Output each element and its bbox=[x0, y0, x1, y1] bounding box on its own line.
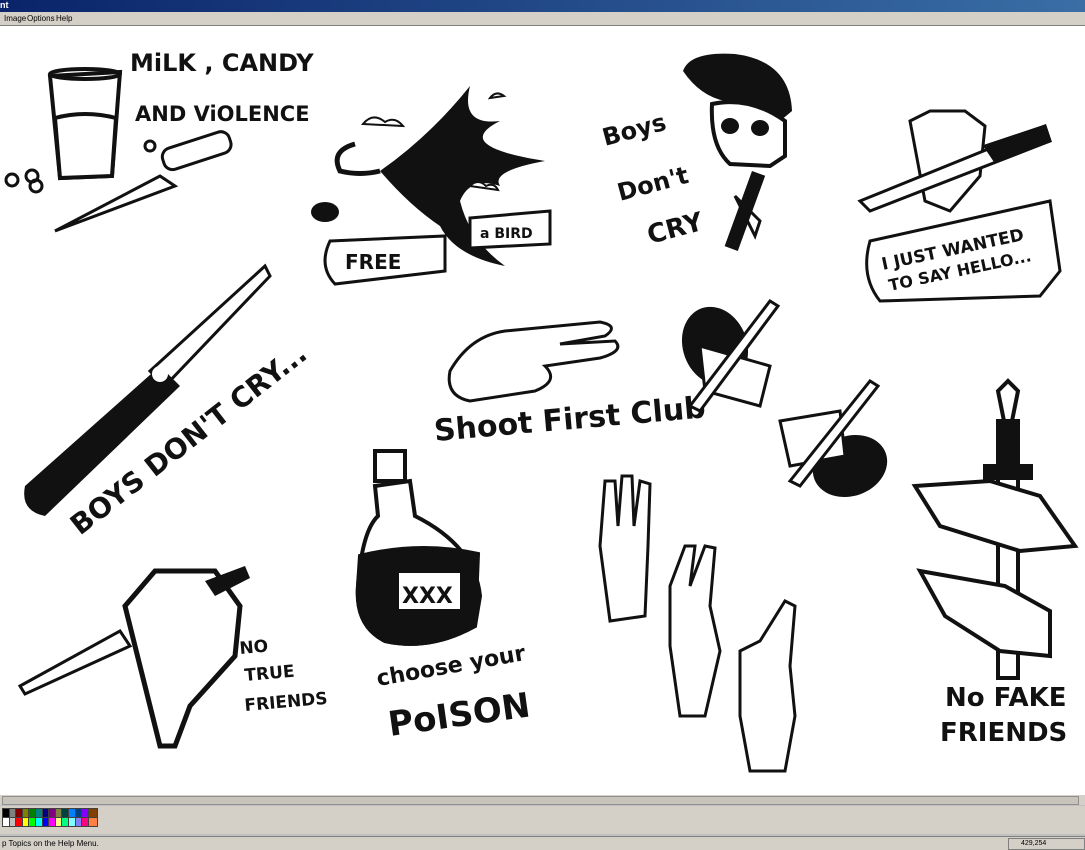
drawing-canvas[interactable]: MiLK , CANDY AND ViOLENCE FREE as a BIRD… bbox=[0, 26, 1085, 794]
title-bar: nt bbox=[0, 0, 1085, 12]
milk-line-1: MiLK , CANDY bbox=[130, 49, 314, 77]
poison-line-1: choose your bbox=[375, 641, 528, 692]
menu-options[interactable]: Options bbox=[27, 12, 55, 25]
true-line-3: FRIENDS bbox=[244, 689, 329, 716]
fake-line-1: No FAKE bbox=[945, 683, 1066, 713]
dagger-hat-bottom-drawing bbox=[778, 379, 888, 498]
color-palette bbox=[0, 806, 1085, 834]
cursor-coordinates: 429,254 bbox=[1008, 838, 1085, 850]
banner-bird: a BIRD bbox=[480, 226, 533, 242]
banner-free: FREE bbox=[345, 250, 401, 274]
fake-line-2: FRIENDS bbox=[940, 718, 1067, 748]
finger-gun-drawing bbox=[447, 320, 620, 403]
window-title: nt bbox=[0, 0, 9, 10]
menu-help[interactable]: Help bbox=[56, 12, 72, 25]
poison-line-2: PoISON bbox=[386, 685, 533, 744]
milk-knife-drawing bbox=[4, 130, 233, 233]
sword-hands-drawing bbox=[911, 378, 1079, 680]
scrollbar-thumb[interactable] bbox=[2, 796, 1079, 805]
bottle-label: XXX bbox=[402, 584, 453, 609]
horizontal-scrollbar[interactable] bbox=[0, 794, 1085, 805]
status-bar: p Topics on the Help Menu. 429,254 bbox=[0, 836, 1085, 850]
poison-bottle-drawing bbox=[355, 449, 483, 646]
true-line-1: NO bbox=[239, 637, 269, 659]
flash-sheet-art: MiLK , CANDY AND ViOLENCE FREE as a BIRD… bbox=[4, 49, 1079, 773]
milk-line-2: AND ViOLENCE bbox=[135, 102, 310, 126]
skull-text-3: CRY bbox=[644, 207, 707, 251]
palette-swatch[interactable] bbox=[87, 817, 98, 827]
status-message: p Topics on the Help Menu. bbox=[2, 839, 99, 848]
menu-bar: Image Options Help bbox=[0, 12, 1085, 26]
banner-as: as bbox=[452, 219, 463, 229]
skull-text-2: Don't bbox=[614, 161, 691, 207]
true-line-2: TRUE bbox=[244, 662, 296, 686]
milk-glass-drawing bbox=[47, 67, 123, 181]
menu-image[interactable]: Image bbox=[4, 12, 26, 25]
fist-knife-drawing bbox=[17, 566, 250, 749]
counting-hands-drawing bbox=[598, 474, 797, 773]
skull-text-1: Boys bbox=[599, 108, 669, 152]
